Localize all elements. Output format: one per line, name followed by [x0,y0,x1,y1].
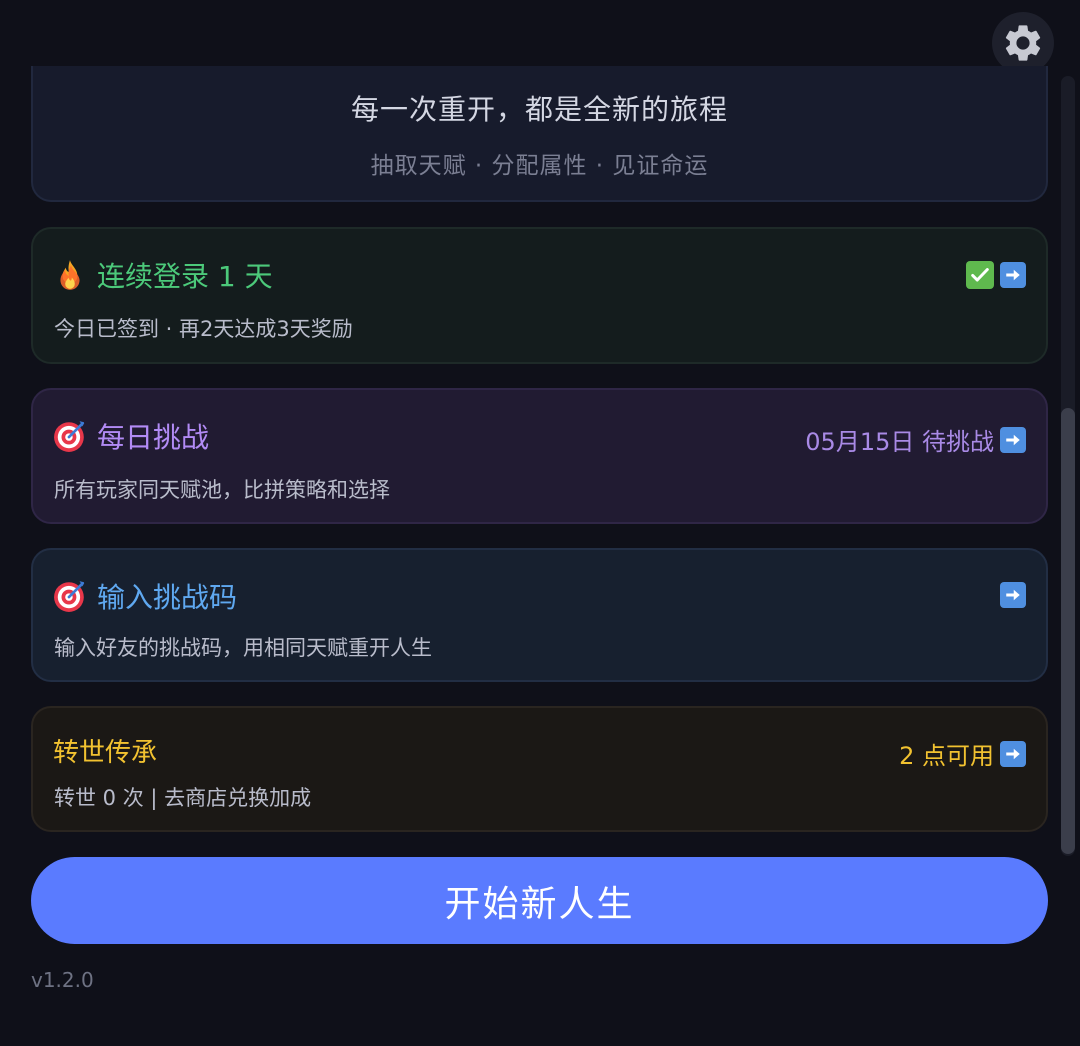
rebirth-title: 转世传承 [53,738,158,768]
daily-challenge-status-row: 05月15日 待挑战 [805,422,1026,457]
arrow-right-icon[interactable] [1000,582,1026,608]
check-mark-icon [966,261,994,289]
scrollbar-thumb[interactable] [1061,408,1075,854]
version-label: v1.2.0 [31,968,94,992]
rebirth-status-row: 2 点可用 [899,736,1026,771]
arrow-right-icon[interactable] [1000,262,1026,288]
arrow-right-icon[interactable] [1000,740,1026,767]
page: 每一次重开，都是全新的旅程 抽取天赋 · 分配属性 · 见证命运 连续登录 1 … [0,0,1080,1046]
login-streak-description: 今日已签到 · 再2天达成3天奖励 [54,317,353,341]
daily-challenge-status: 05月15日 待挑战 [805,428,994,456]
login-streak-card[interactable]: 连续登录 1 天 今日已签到 · 再2天达成3天奖励 [31,227,1048,364]
login-streak-status [966,261,1026,289]
daily-challenge-title: 每日挑战 [97,421,210,454]
fire-icon [60,260,80,290]
start-new-life-button[interactable]: 开始新人生 [31,857,1048,944]
login-streak-title: 连续登录 1 天 [97,260,273,293]
challenge-code-title-row: 输入挑战码 [53,576,237,616]
target-icon [54,421,85,452]
target-icon [54,581,85,612]
login-streak-title-row: 连续登录 1 天 [53,255,273,295]
rebirth-points: 2 点可用 [899,742,994,770]
rebirth-description: 转世 0 次 | 去商店兑换加成 [54,786,312,810]
challenge-code-card[interactable]: 输入挑战码 输入好友的挑战码，用相同天赋重开人生 [31,548,1048,682]
challenge-code-action [994,582,1026,608]
intro-title: 每一次重开，都是全新的旅程 [350,93,728,126]
daily-challenge-title-row: 每日挑战 [53,416,209,456]
settings-button[interactable] [992,12,1054,74]
rebirth-title-row: 转世传承 [53,732,157,769]
daily-challenge-description: 所有玩家同天赋池，比拼策略和选择 [54,478,390,502]
gear-icon [1005,25,1041,61]
challenge-code-description: 输入好友的挑战码，用相同天赋重开人生 [54,636,432,660]
challenge-code-title: 输入挑战码 [97,581,238,614]
rebirth-card[interactable]: 转世传承 2 点可用 转世 0 次 | 去商店兑换加成 [31,706,1048,832]
daily-challenge-card[interactable]: 每日挑战 05月15日 待挑战 所有玩家同天赋池，比拼策略和选择 [31,388,1048,524]
intro-subtitle: 抽取天赋 · 分配属性 · 见证命运 [370,153,709,179]
arrow-right-icon[interactable] [1000,426,1026,453]
intro-card: 每一次重开，都是全新的旅程 抽取天赋 · 分配属性 · 见证命运 [31,66,1048,202]
